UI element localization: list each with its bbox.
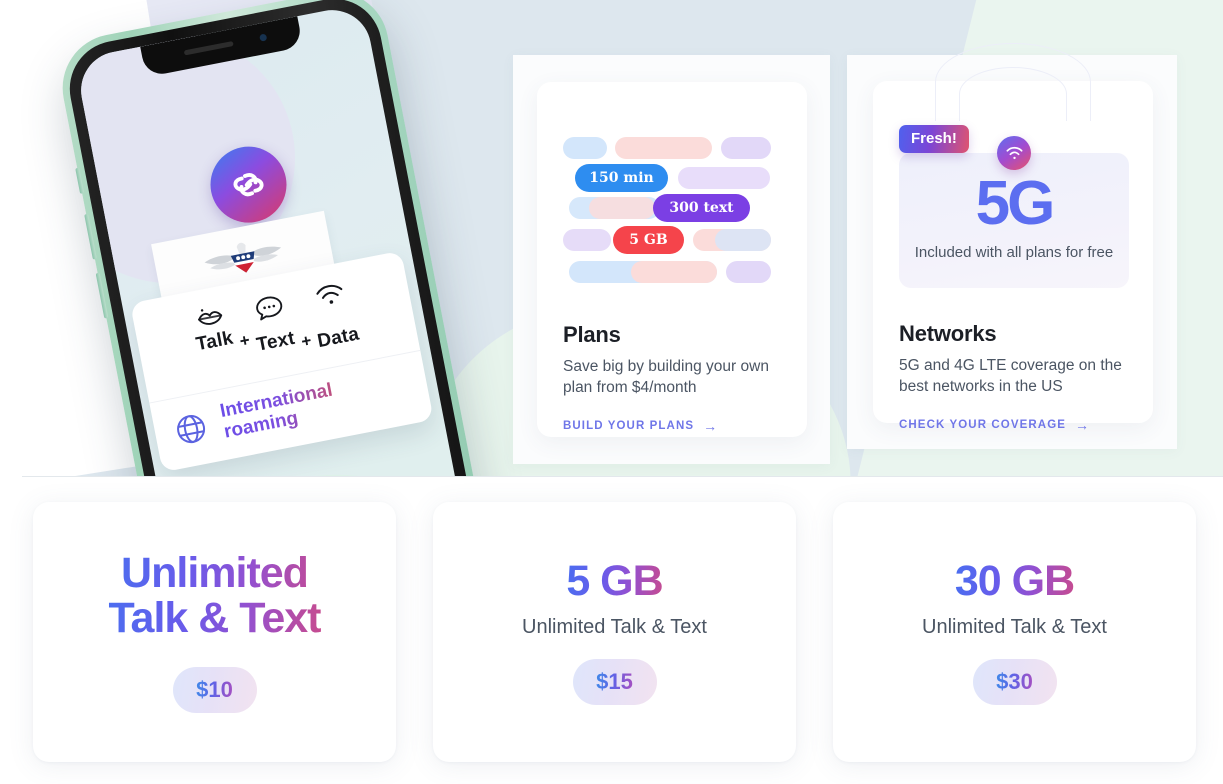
- phone-earpiece-icon: [183, 40, 234, 56]
- pricing-section: Unlimited Talk & Text $10 5 GB Unlimited…: [0, 477, 1223, 784]
- phone-screen: Talk + Text + Data International roaming: [74, 3, 479, 477]
- wifi-signal-icon: [997, 136, 1031, 170]
- page-root: Talk + Text + Data International roaming…: [0, 0, 1223, 784]
- phone-mockup: Talk + Text + Data International roaming: [6, 0, 513, 477]
- decor-pill: [615, 137, 712, 159]
- pricing-subtitle: Unlimited Talk & Text: [522, 616, 707, 639]
- pricing-card-5gb[interactable]: 5 GB Unlimited Talk & Text $15: [433, 502, 796, 762]
- signal-ring-inner: [959, 67, 1067, 121]
- decor-pill: [563, 137, 607, 159]
- fresh-badge: Fresh!: [899, 125, 969, 153]
- decor-pill: [726, 261, 771, 283]
- pricing-headline-line1: Unlimited: [121, 548, 308, 597]
- pricing-headline: Unlimited Talk & Text: [108, 551, 320, 641]
- plans-pill-texts: 300 text: [653, 194, 750, 222]
- networks-card-outer: Fresh! 5G Included with all plans for fr…: [847, 43, 1177, 449]
- networks-5g-graphic: 5G Included with all plans for free: [899, 136, 1129, 288]
- pricing-headline-line2: Talk & Text: [108, 594, 321, 642]
- arrow-right-icon: →: [703, 417, 719, 434]
- networks-5g-headline: 5G: [975, 169, 1056, 238]
- feature-data-label: Data: [315, 323, 361, 353]
- decor-pill: [715, 229, 771, 251]
- decor-pill: [721, 137, 771, 159]
- phone-bezel: Talk + Text + Data International roaming: [61, 0, 492, 477]
- feature-data: Data: [307, 278, 361, 353]
- phone-mute-switch: [75, 167, 85, 194]
- feature-text-label: Text: [254, 327, 297, 356]
- decor-pill: [589, 197, 655, 219]
- globe-icon: [177, 414, 206, 443]
- hero-section: Talk + Text + Data International roaming…: [0, 0, 1223, 477]
- plans-card-outer: 150 min 300 text 5 GB Plans Save big by …: [513, 55, 830, 464]
- phone-frame: Talk + Text + Data International roaming: [53, 0, 500, 477]
- pricing-headline: 5 GB: [566, 556, 663, 605]
- decor-pill: [631, 261, 717, 283]
- plans-pill-data-label: 5 GB: [629, 232, 668, 248]
- feature-text: Text: [248, 291, 297, 357]
- plans-card[interactable]: 150 min 300 text 5 GB Plans Save big by …: [537, 82, 807, 437]
- networks-card[interactable]: Fresh! 5G Included with all plans for fr…: [873, 43, 1153, 432]
- feature-plus-1: +: [238, 330, 252, 351]
- networks-5g-subtext: Included with all plans for free: [914, 244, 1114, 261]
- plans-title: Plans: [563, 322, 621, 347]
- pricing-subtitle: Unlimited Talk & Text: [922, 616, 1107, 639]
- plans-pill-graphic: 150 min 300 text 5 GB: [563, 137, 781, 292]
- pricing-price-badge: $30: [972, 659, 1057, 706]
- feature-plus-2: +: [299, 330, 314, 352]
- pricing-card-30gb[interactable]: 30 GB Unlimited Talk & Text $30: [833, 502, 1196, 762]
- pricing-price-label: $10: [196, 677, 233, 703]
- decor-pill: [563, 229, 611, 251]
- arrow-right-icon: →: [1075, 416, 1091, 433]
- pricing-price-label: $15: [596, 669, 633, 695]
- pricing-price-label: $30: [996, 669, 1033, 695]
- check-your-coverage-link[interactable]: CHECK YOUR COVERAGE →: [899, 418, 1090, 432]
- pricing-price-badge: $10: [172, 667, 257, 714]
- plans-pill-minutes: 150 min: [575, 164, 668, 192]
- phone-front-camera-icon: [259, 33, 268, 42]
- plans-pill-minutes-label: 150 min: [589, 170, 654, 186]
- networks-title: Networks: [899, 321, 997, 346]
- plans-pill-texts-label: 300 text: [669, 200, 734, 216]
- pricing-headline: 30 GB: [954, 556, 1075, 605]
- feature-talk: Talk: [189, 302, 235, 356]
- pricing-card-unlimited[interactable]: Unlimited Talk & Text $10: [33, 502, 396, 762]
- build-your-plans-label: BUILD YOUR PLANS: [563, 419, 695, 432]
- check-your-coverage-label: CHECK YOUR COVERAGE: [899, 418, 1067, 431]
- chat-bubble-text-icon: [255, 296, 282, 321]
- wifi-data-icon: [316, 284, 343, 304]
- decor-pill: [678, 167, 770, 189]
- pricing-price-badge: $15: [572, 659, 657, 706]
- build-your-plans-link[interactable]: BUILD YOUR PLANS →: [563, 419, 718, 433]
- plans-pill-data: 5 GB: [613, 226, 684, 254]
- networks-description: 5G and 4G LTE coverage on the best netwo…: [899, 357, 1122, 395]
- plans-description: Save big by building your own plan from …: [563, 358, 769, 396]
